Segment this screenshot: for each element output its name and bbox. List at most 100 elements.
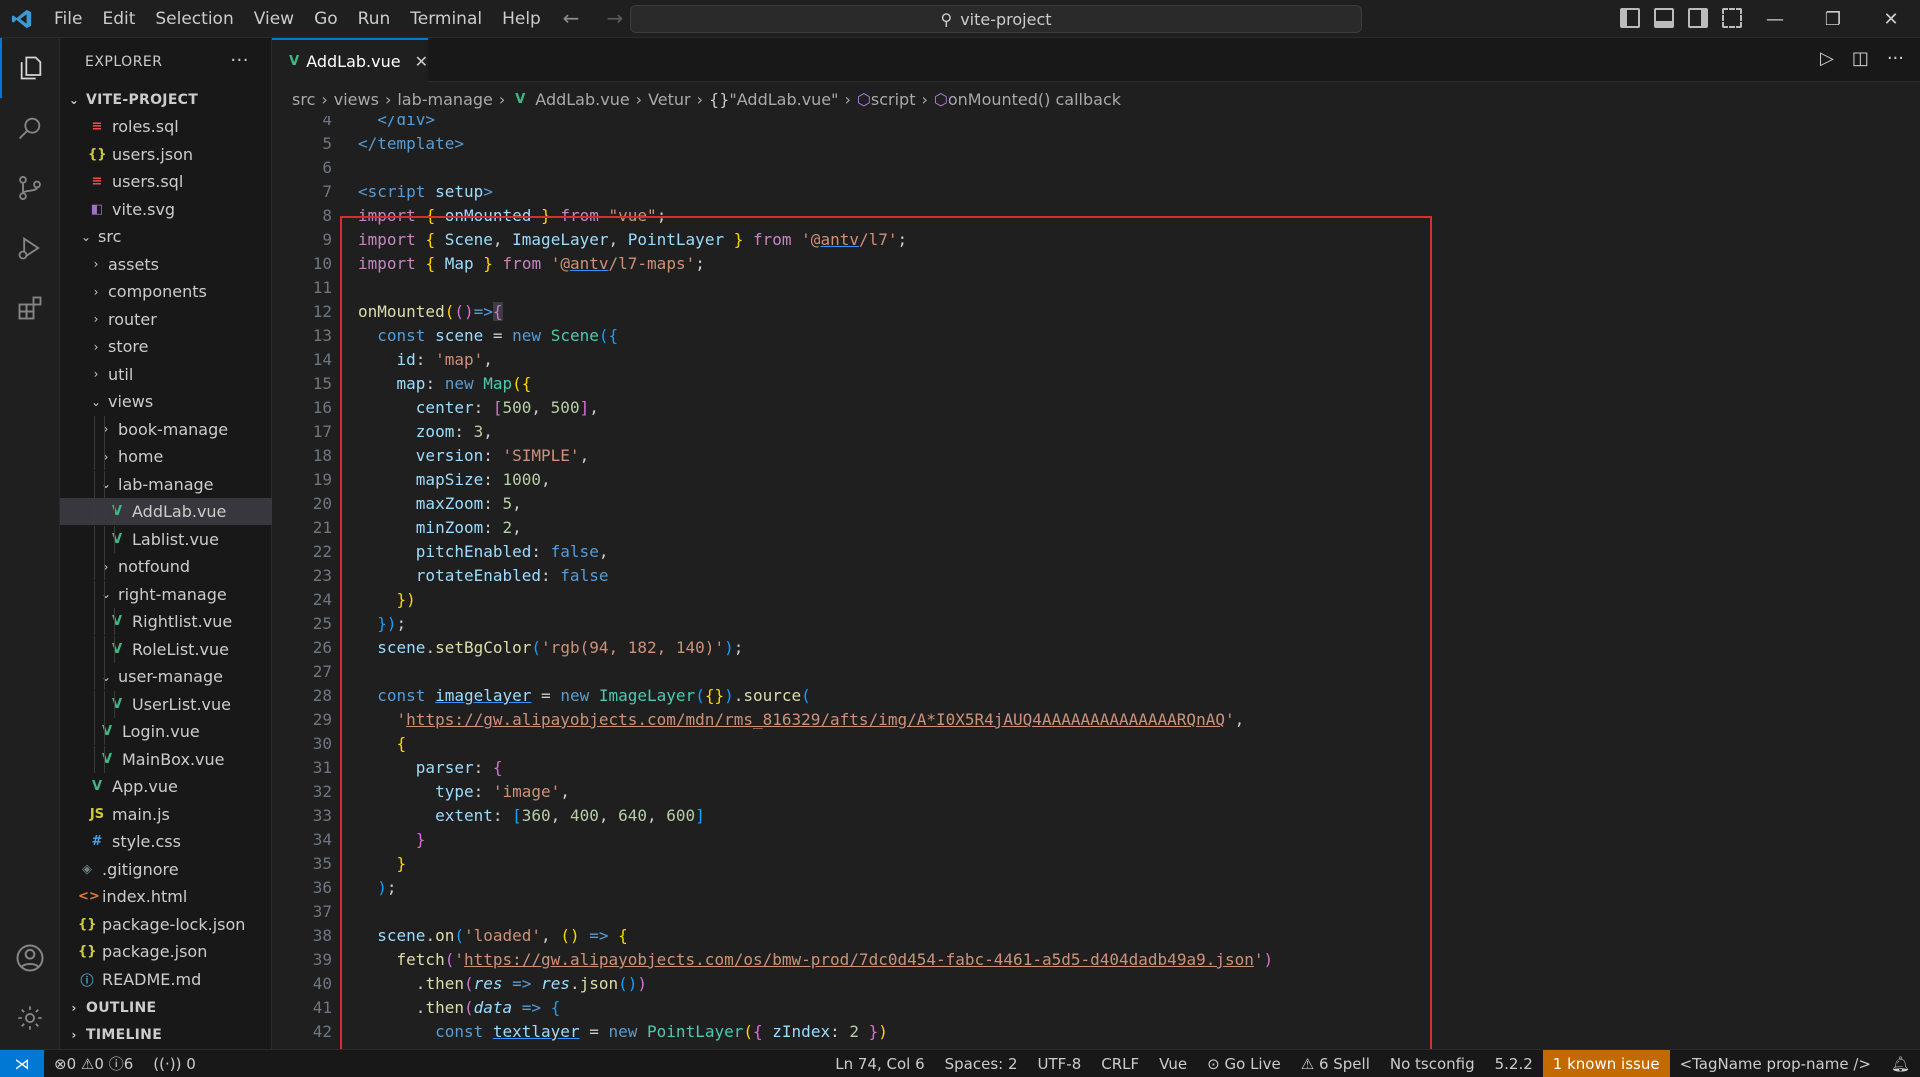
search-icon[interactable]: [0, 98, 60, 158]
code-editor[interactable]: 4 5 6 7 8 9 10 11 12 13 14 15 16 17 18 19 20 21 22 23 24 25 26…: [272, 116, 1920, 1049]
folder-item[interactable]: › store: [60, 333, 272, 360]
close-window-icon[interactable]: ✕: [1862, 0, 1920, 38]
folder-item[interactable]: ⌄ src: [60, 223, 272, 250]
folder-item[interactable]: ⌄ right-manage: [60, 580, 272, 608]
folder-item[interactable]: › book-manage: [60, 415, 272, 443]
file-item[interactable]: V Lablist.vue: [60, 525, 272, 553]
breadcrumb-item[interactable]: onMounted() callback: [948, 90, 1121, 109]
accounts-icon[interactable]: [0, 928, 60, 988]
end-of-line[interactable]: CRLF: [1091, 1050, 1149, 1077]
run-icon[interactable]: ▷: [1820, 48, 1834, 69]
code-content[interactable]: </div> </template> <script setup> import…: [358, 116, 1758, 1049]
menu-item-go[interactable]: Go: [304, 0, 348, 38]
run-debug-icon[interactable]: [0, 218, 60, 278]
folder-item[interactable]: › notfound: [60, 553, 272, 580]
breadcrumb-item[interactable]: script: [871, 90, 916, 109]
menu-item-view[interactable]: View: [244, 0, 304, 38]
breadcrumb-item[interactable]: views: [334, 90, 379, 109]
tsconfig-status[interactable]: No tsconfig: [1380, 1050, 1485, 1077]
menu-item-file[interactable]: File: [44, 0, 92, 38]
toggle-secondary-sidebar-icon[interactable]: [1688, 8, 1708, 28]
breadcrumb-item[interactable]: Vetur: [648, 90, 691, 109]
file-item[interactable]: V Login.vue: [60, 718, 272, 745]
toggle-primary-sidebar-icon[interactable]: [1620, 8, 1640, 28]
file-item[interactable]: {} users.json: [60, 141, 272, 168]
encoding[interactable]: UTF-8: [1028, 1050, 1092, 1077]
remote-indicator-icon[interactable]: ⋊: [0, 1049, 44, 1077]
file-item[interactable]: V UserList.vue: [60, 690, 272, 718]
indent-guide: [114, 498, 115, 525]
minimize-icon[interactable]: —: [1746, 0, 1804, 38]
indent-guide: [114, 525, 115, 553]
file-item[interactable]: ≡ users.sql: [60, 168, 272, 195]
file-item[interactable]: ≡ roles.sql: [60, 113, 272, 140]
breadcrumb-item[interactable]: lab-manage: [397, 90, 493, 109]
problems-indicator[interactable]: ⊗0 ⚠0 ⓘ6: [44, 1050, 143, 1077]
folder-item[interactable]: › util: [60, 361, 272, 388]
folder-item[interactable]: › router: [60, 306, 272, 333]
explorer-icon[interactable]: [0, 38, 60, 98]
folder-item[interactable]: ⌄ views: [60, 388, 272, 415]
breadcrumb-item[interactable]: "AddLab.vue": [729, 90, 838, 109]
manage-gear-icon[interactable]: [0, 988, 60, 1048]
split-editor-icon[interactable]: ◫: [1852, 48, 1869, 69]
file-item[interactable]: V RoleList.vue: [60, 635, 272, 663]
image-url-link[interactable]: https://gw.alipayobjects.com/mdn/rms_816…: [406, 710, 1225, 729]
ts-version[interactable]: 5.2.2: [1485, 1050, 1543, 1077]
file-type-icon: {}: [78, 916, 97, 932]
ports-indicator[interactable]: ((·)) 0: [143, 1050, 206, 1077]
menu-item-selection[interactable]: Selection: [145, 0, 243, 38]
file-item[interactable]: # style.css: [60, 828, 272, 855]
cursor-position[interactable]: Ln 74, Col 6: [825, 1050, 934, 1077]
more-actions-icon[interactable]: ···: [1887, 48, 1904, 69]
notifications-bell-icon[interactable]: 🔔︎: [1881, 1050, 1920, 1077]
file-item[interactable]: V MainBox.vue: [60, 745, 272, 773]
command-center-search[interactable]: ⚲ vite-project: [630, 5, 1362, 33]
back-arrow-icon[interactable]: ←: [558, 6, 584, 30]
tagname-indicator[interactable]: <TagName prop-name />: [1670, 1050, 1881, 1077]
breadcrumb-item[interactable]: src: [292, 90, 315, 109]
breadcrumb-item[interactable]: AddLab.vue: [535, 90, 629, 109]
file-item[interactable]: ◈ .gitignore: [60, 856, 272, 883]
file-item[interactable]: V App.vue: [60, 773, 272, 800]
restore-icon[interactable]: ❐: [1804, 0, 1862, 38]
file-item[interactable]: ◧ vite.svg: [60, 196, 272, 223]
folder-item[interactable]: › assets: [60, 251, 272, 278]
menu-item-terminal[interactable]: Terminal: [400, 0, 492, 38]
tree-item-label: users.json: [112, 144, 194, 164]
folder-item[interactable]: › home: [60, 443, 272, 470]
folder-item[interactable]: ⌄ user-manage: [60, 663, 272, 690]
go-live-button[interactable]: ⊙ Go Live: [1197, 1050, 1291, 1077]
file-item[interactable]: JS main.js: [60, 801, 272, 828]
more-actions-icon[interactable]: ···: [230, 50, 249, 71]
indentation[interactable]: Spaces: 2: [935, 1050, 1028, 1077]
file-item[interactable]: ⓘ README.md: [60, 966, 272, 993]
outline-section[interactable]: › OUTLINE: [60, 994, 272, 1021]
language-mode[interactable]: Vue: [1149, 1050, 1197, 1077]
menu-item-run[interactable]: Run: [348, 0, 401, 38]
file-item[interactable]: {} package-lock.json: [60, 911, 272, 938]
tree-item-label: main.js: [112, 804, 170, 824]
close-icon[interactable]: ✕: [415, 52, 428, 71]
file-item[interactable]: <> index.html: [60, 883, 272, 910]
extensions-icon[interactable]: [0, 278, 60, 338]
tab-addlab-vue[interactable]: V AddLab.vue ✕: [272, 38, 428, 82]
menu-item-help[interactable]: Help: [492, 0, 551, 38]
toggle-panel-icon[interactable]: [1654, 8, 1674, 28]
menu-item-edit[interactable]: Edit: [92, 0, 145, 38]
project-root[interactable]: ⌄ VITE-PROJECT: [60, 86, 272, 113]
folder-item[interactable]: ⌄ lab-manage: [60, 470, 272, 498]
folder-item[interactable]: › components: [60, 278, 272, 305]
file-item[interactable]: V AddLab.vue: [60, 498, 272, 525]
known-issue-badge[interactable]: 1 known issue: [1542, 1050, 1670, 1077]
vscode-logo-icon: [0, 0, 44, 38]
timeline-section[interactable]: › TIMELINE: [60, 1021, 272, 1048]
source-control-icon[interactable]: [0, 158, 60, 218]
file-item[interactable]: V Rightlist.vue: [60, 608, 272, 635]
forward-arrow-icon[interactable]: →: [602, 6, 628, 30]
spell-checker[interactable]: ⚠ 6 Spell: [1291, 1050, 1380, 1077]
customize-layout-icon[interactable]: [1722, 8, 1742, 28]
json-url-link[interactable]: https://gw.alipayobjects.com/os/bmw-prod…: [464, 950, 1254, 969]
file-item[interactable]: {} package.json: [60, 938, 272, 965]
chevron-right-icon: ›: [844, 89, 851, 109]
